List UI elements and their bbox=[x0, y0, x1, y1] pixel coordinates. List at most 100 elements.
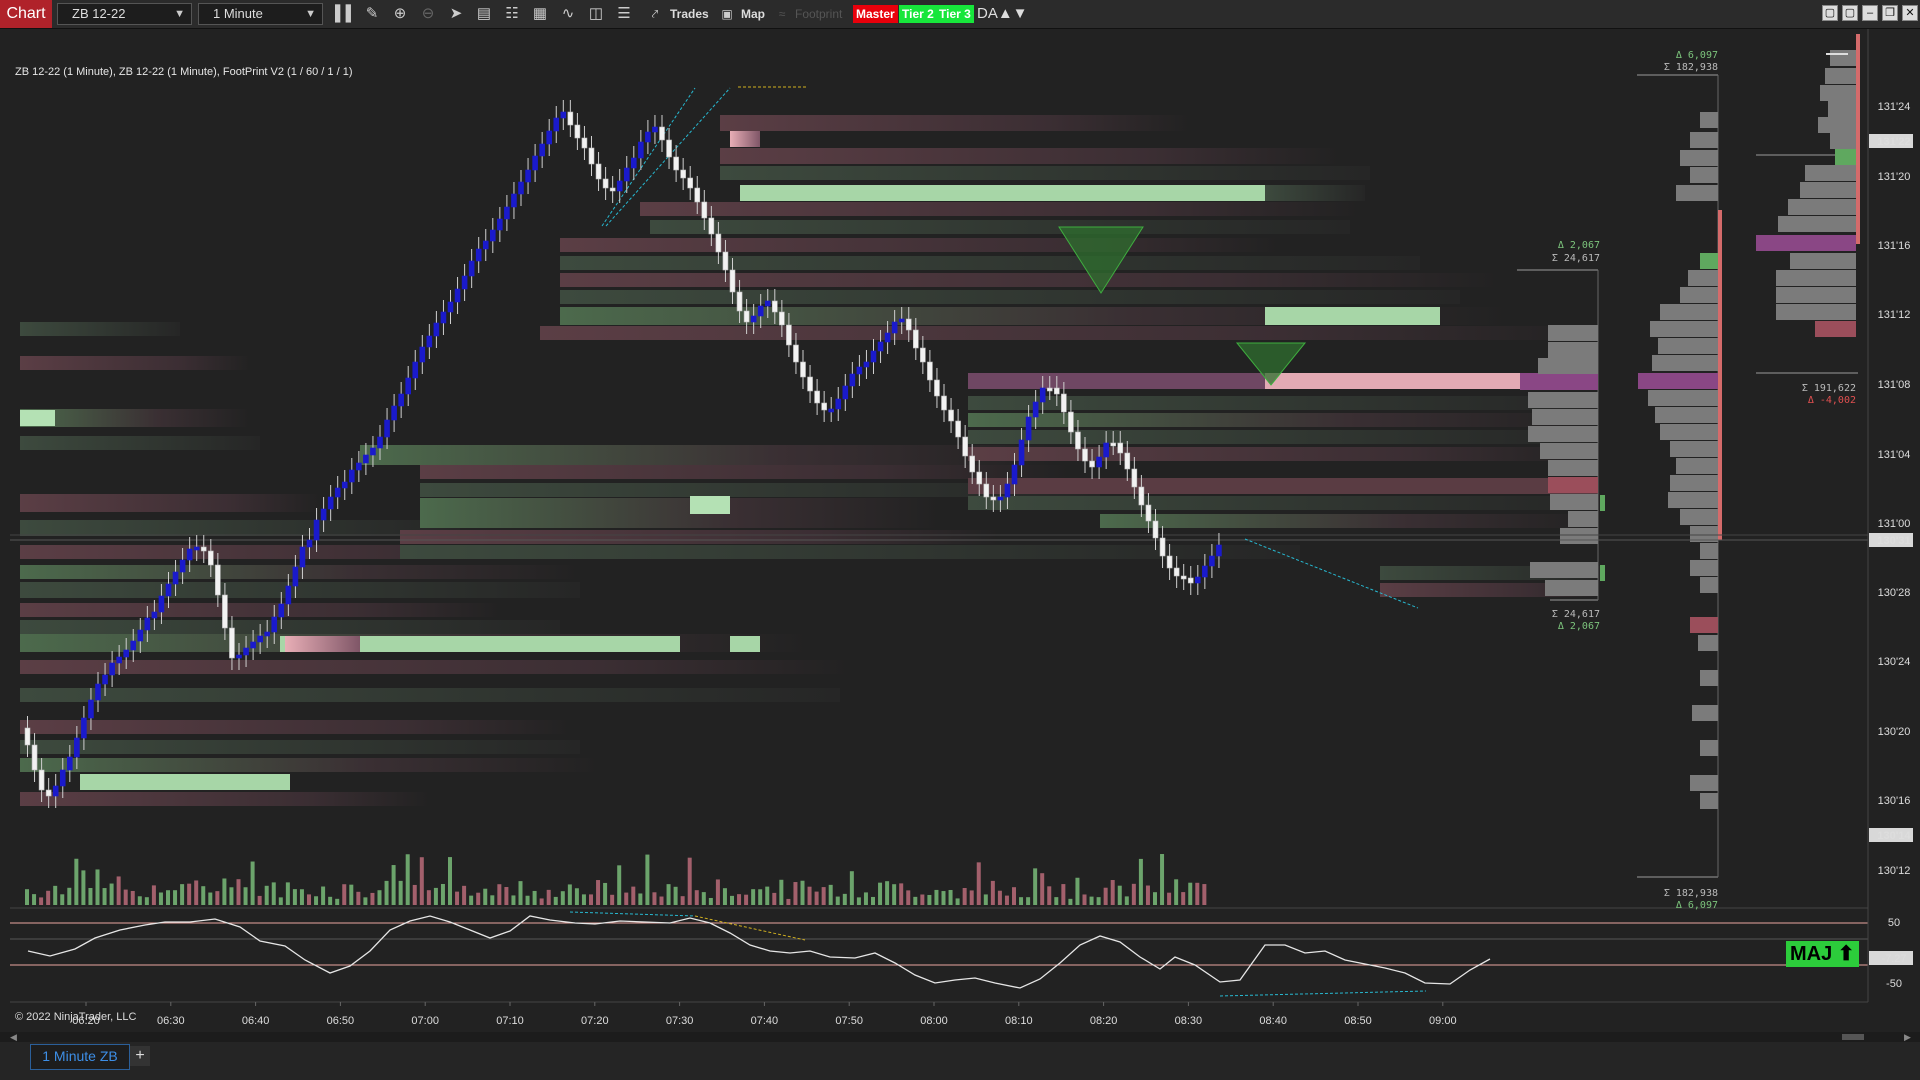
candle-body bbox=[1068, 411, 1074, 433]
scroll-left-icon[interactable]: ◀ bbox=[10, 1032, 17, 1043]
pencil-icon[interactable]: ✎ bbox=[362, 4, 382, 24]
session-profile-bar bbox=[1700, 740, 1718, 756]
link-icon[interactable]: ▢ bbox=[1842, 5, 1858, 21]
candle-body bbox=[384, 419, 390, 438]
maj-signal-badge[interactable]: MAJ ⬆ bbox=[1786, 941, 1859, 967]
session-profile-bar bbox=[1676, 458, 1718, 474]
interval-selector[interactable]: 1 Minute ▼ bbox=[198, 3, 323, 25]
candle-body bbox=[440, 311, 447, 324]
volume-bar bbox=[490, 895, 495, 905]
zoom-in-icon[interactable]: ⊕ bbox=[390, 4, 410, 24]
data-box-icon[interactable]: ▤ bbox=[474, 4, 494, 24]
close-icon[interactable]: ✕ bbox=[1902, 5, 1918, 21]
volume-bar bbox=[504, 887, 509, 905]
volume-bar bbox=[151, 885, 156, 905]
bar-type-icon[interactable]: ▌▌ bbox=[335, 4, 356, 24]
time-axis[interactable]: 06:20 06:30 06:40 06:50 07:00 07:10 07:20 07:30… bbox=[10, 1001, 1868, 1027]
price-tick-label: 130'20 bbox=[1878, 726, 1911, 738]
oscillator-tick-label: -7.27 bbox=[1881, 953, 1906, 965]
scroll-right-icon[interactable]: ▶ bbox=[1904, 1032, 1911, 1043]
time-tick-label: 08:00 bbox=[920, 1015, 948, 1027]
heatmap-band bbox=[650, 220, 1350, 234]
restore-icon[interactable]: ❐ bbox=[1882, 5, 1898, 21]
tile-icon[interactable]: ▢ bbox=[1822, 5, 1838, 21]
templates-icon[interactable]: ◫ bbox=[586, 4, 606, 24]
master-button[interactable]: Master bbox=[853, 5, 898, 23]
candle-body bbox=[165, 583, 172, 597]
volume-bar bbox=[440, 883, 445, 905]
volume-bar bbox=[546, 889, 551, 905]
candle-body bbox=[814, 390, 820, 404]
heatmap-band bbox=[740, 185, 1270, 201]
candle-body bbox=[645, 131, 651, 143]
volume-bar bbox=[201, 886, 206, 905]
volume-bar bbox=[384, 880, 389, 905]
candle-body bbox=[807, 376, 813, 392]
candle-body bbox=[750, 315, 757, 323]
volume-bar bbox=[913, 896, 918, 905]
chart-canvas[interactable]: 131'24 131'22 131'20 131'16 131'12 131'08 131'… bbox=[0, 29, 1920, 1032]
volume-bar bbox=[264, 885, 269, 905]
instrument-selector[interactable]: ZB 12-22 ▼ bbox=[57, 3, 192, 25]
candle-body bbox=[856, 366, 863, 375]
pointer-icon[interactable]: ➤ bbox=[446, 4, 466, 24]
copyright-notice: © 2022 NinjaTrader, LLC bbox=[15, 1011, 137, 1023]
indicators-icon[interactable]: ▦ bbox=[530, 4, 550, 24]
volume-bar bbox=[1004, 895, 1009, 905]
candle-body bbox=[1039, 387, 1046, 403]
oscillator-tick-label: 50 bbox=[1888, 917, 1900, 929]
chart-app-tab[interactable]: Chart bbox=[0, 0, 52, 28]
range-profile-bar bbox=[1532, 409, 1598, 425]
volume-bar bbox=[328, 896, 333, 905]
candle-body bbox=[475, 248, 482, 262]
session-profile-bar bbox=[1660, 424, 1718, 440]
strategies-icon[interactable]: ∿ bbox=[558, 4, 578, 24]
tab-1-minute-zb[interactable]: 1 Minute ZB bbox=[30, 1044, 130, 1070]
heatmap-band bbox=[285, 636, 360, 652]
heatmap-band bbox=[720, 166, 1370, 180]
session-top-delta: Δ 6,097 bbox=[1676, 50, 1718, 61]
time-tick-label: 07:00 bbox=[411, 1015, 439, 1027]
volume-bar bbox=[610, 894, 615, 905]
candle-body bbox=[609, 187, 616, 192]
price-axis[interactable]: 131'24 131'22 131'20 131'16 131'12 131'08 131'… bbox=[1867, 29, 1913, 1002]
volume-bar bbox=[271, 882, 276, 905]
volume-bar bbox=[455, 891, 460, 905]
zoom-out-icon[interactable]: ⊖ bbox=[418, 4, 438, 24]
scrollbar-thumb[interactable] bbox=[1842, 1034, 1864, 1040]
candle-body bbox=[59, 769, 66, 787]
horizontal-scrollbar[interactable]: ◀ ▶ bbox=[0, 1032, 1920, 1042]
da-button[interactable]: DA▲▼ bbox=[977, 0, 1028, 28]
time-tick-label: 06:30 bbox=[157, 1015, 185, 1027]
heatmap-band bbox=[20, 603, 500, 617]
footprint-button[interactable]: Footprint bbox=[795, 0, 842, 28]
prior-profile-bar bbox=[1805, 165, 1856, 181]
properties-icon[interactable]: ☷ bbox=[502, 4, 522, 24]
volume-bar bbox=[88, 887, 93, 905]
chart-panel[interactable]: 131'24 131'22 131'20 131'16 131'12 131'08 131'… bbox=[0, 29, 1920, 1032]
add-tab-button[interactable]: + bbox=[130, 1046, 150, 1066]
volume-bar bbox=[849, 871, 854, 905]
tier3-button[interactable]: Tier 3 bbox=[936, 5, 974, 23]
session-profile-bar bbox=[1655, 407, 1718, 423]
list-icon[interactable]: ☰ bbox=[614, 4, 634, 24]
heatmap-band bbox=[20, 660, 850, 674]
candle-body bbox=[74, 737, 80, 758]
candle-body bbox=[1054, 387, 1060, 395]
candle-body bbox=[659, 126, 665, 141]
heatmap-band bbox=[20, 410, 55, 426]
volume-bar bbox=[1124, 896, 1129, 905]
heatmap-band bbox=[20, 582, 580, 598]
minimize-icon[interactable]: – bbox=[1862, 5, 1878, 21]
volume-bar bbox=[906, 890, 911, 905]
heatmap-band bbox=[968, 496, 1598, 510]
volume-bar bbox=[433, 887, 438, 905]
map-button[interactable]: Map bbox=[741, 0, 765, 28]
prior-profile-bar bbox=[1790, 253, 1856, 269]
trades-button[interactable]: Trades bbox=[670, 0, 709, 28]
tier2-button[interactable]: Tier 2 bbox=[899, 5, 937, 23]
candle-body bbox=[518, 181, 524, 195]
candle-body bbox=[186, 548, 193, 561]
candle-body bbox=[271, 616, 278, 633]
heatmap-band bbox=[20, 688, 840, 702]
